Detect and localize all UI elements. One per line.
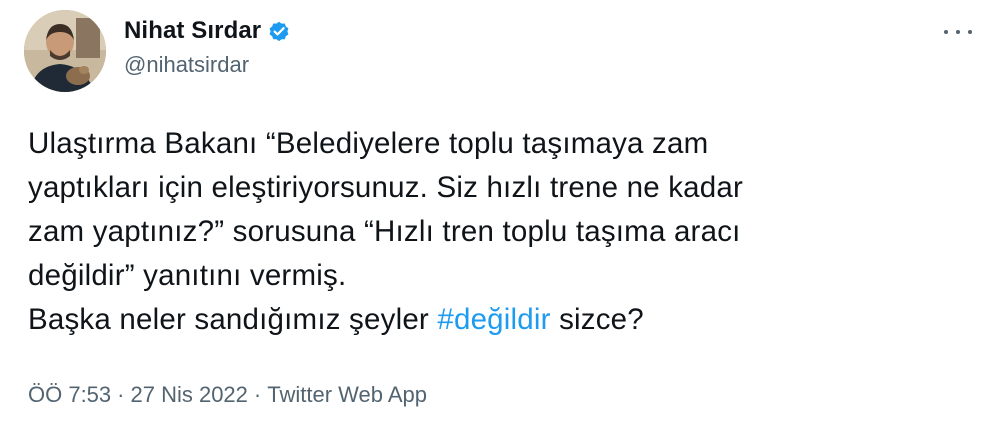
tweet-date[interactable]: 27 Nis 2022	[130, 382, 247, 407]
tweet-meta: ÖÖ 7:53 · 27 Nis 2022 · Twitter Web App	[28, 382, 427, 408]
more-dot	[956, 30, 960, 34]
tweet-line: zam yaptınız?” sorusuna “Hızlı tren topl…	[28, 215, 741, 248]
more-dot	[944, 30, 948, 34]
tweet-source[interactable]: Twitter Web App	[267, 382, 427, 407]
more-options-icon[interactable]	[944, 22, 972, 42]
meta-separator: ·	[117, 382, 125, 407]
tweet-last-prefix: Başka neler sandığımız şeyler	[28, 303, 438, 336]
author-info: Nihat Sırdar @nihatsirdar	[124, 14, 291, 78]
tweet-text: Ulaştırma Bakanı “Belediyelere toplu taş…	[28, 122, 968, 342]
verified-badge-icon	[267, 19, 291, 43]
tweet-time[interactable]: ÖÖ 7:53	[28, 382, 111, 407]
author-display-name[interactable]: Nihat Sırdar	[124, 17, 261, 45]
more-dot	[968, 30, 972, 34]
meta-separator: ·	[253, 382, 262, 407]
hashtag-link[interactable]: #değildir	[437, 303, 550, 336]
author-handle[interactable]: @nihatsirdar	[124, 52, 291, 78]
name-row: Nihat Sırdar	[124, 14, 291, 48]
tweet-line: Ulaştırma Bakanı “Belediyelere toplu taş…	[28, 127, 709, 160]
avatar[interactable]	[24, 10, 106, 92]
tweet-card: Nihat Sırdar @nihatsirdar Ulaştırma Baka…	[0, 0, 1000, 432]
avatar-photo	[24, 10, 106, 92]
tweet-line-last: Başka neler sandığımız şeyler #değildir …	[28, 298, 968, 342]
tweet-last-suffix: sizce?	[550, 303, 644, 336]
tweet-line: yaptıkları için eleştiriyorsunuz. Siz hı…	[28, 171, 743, 204]
tweet-line: değildir” yanıtını vermiş.	[28, 259, 347, 292]
